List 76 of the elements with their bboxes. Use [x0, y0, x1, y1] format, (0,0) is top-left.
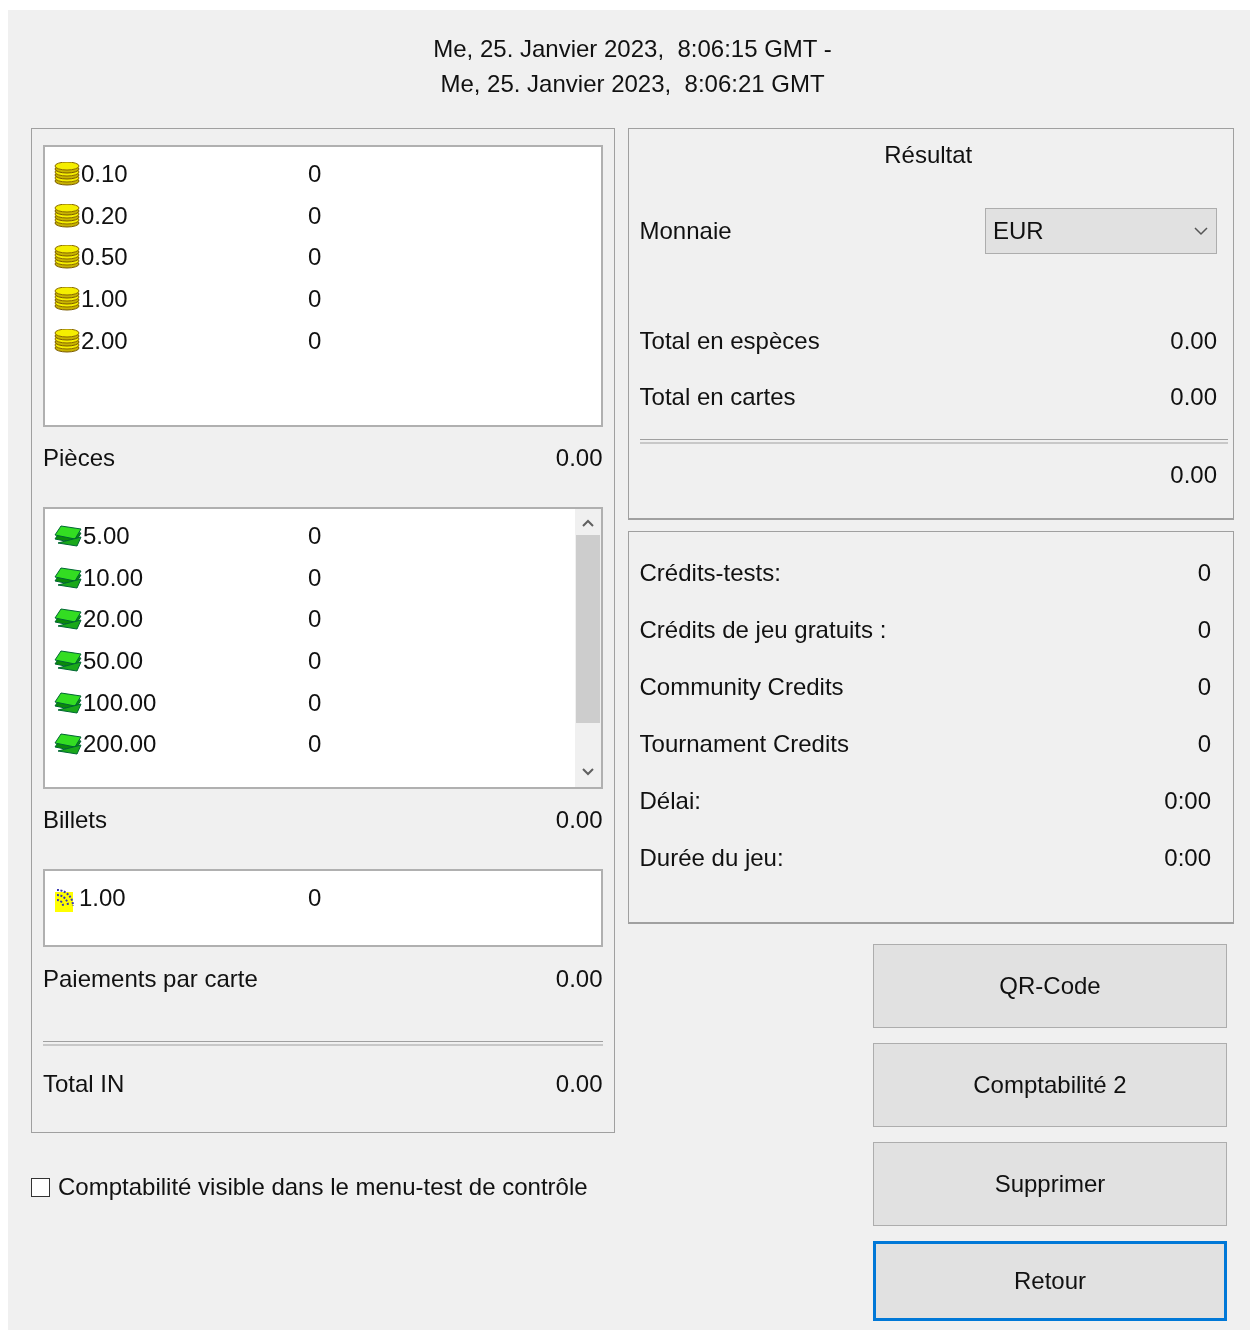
credit-value: 0:00	[1164, 843, 1211, 872]
checkbox[interactable]	[31, 1177, 50, 1197]
denomination-label: 10.00	[83, 563, 144, 592]
section-total: 0.00	[555, 806, 603, 834]
date-range-end: Me, 25. Janvier 2023, 8:06:21 GMT	[440, 70, 825, 97]
credit-value: 0	[1197, 615, 1211, 644]
coin-stack-icon	[53, 203, 81, 228]
denomination-label: 100.00	[83, 688, 157, 717]
chevron-down-icon	[1194, 226, 1208, 236]
total-in-value: 0.00	[555, 1070, 603, 1098]
credit-label: Délai:	[639, 786, 701, 815]
result-value: 0.00	[1170, 383, 1217, 411]
section-total: 0.00	[555, 965, 603, 993]
denomination-label: 200.00	[83, 730, 157, 759]
denomination-list[interactable]: 5.00 0 10.00 0 20.00 0 50.00 0 100.00 0 200.00 0	[43, 507, 603, 789]
credit-label: Tournament Credits	[639, 729, 849, 758]
total-in-label: Total IN	[43, 1070, 125, 1098]
coin-stack-icon	[53, 161, 81, 186]
coin-stack-icon	[53, 286, 81, 311]
credit-value: 0	[1197, 672, 1211, 701]
currency-dropdown[interactable]: EUR	[985, 208, 1217, 254]
banknote-stack-icon	[53, 691, 83, 714]
banknote-stack-icon	[53, 608, 83, 631]
count-value: 0	[308, 284, 322, 313]
currency-label: Monnaie	[639, 217, 732, 245]
banknote-stack-icon	[53, 566, 83, 589]
denomination-label: 0.10	[81, 159, 128, 188]
credit-value: 0	[1197, 558, 1211, 587]
count-value: 0	[308, 159, 322, 188]
denomination-label: 0.50	[81, 243, 128, 272]
credit-label: Crédits de jeu gratuits :	[639, 615, 887, 644]
credit-value: 0	[1197, 729, 1211, 758]
section-label: Billets	[43, 806, 108, 834]
result-label: Total en cartes	[639, 383, 796, 411]
credit-label: Community Credits	[639, 672, 844, 701]
denomination-list[interactable]: 0.10 0 0.20 0 0.50 0 1.00 0 2.00 0	[43, 145, 603, 427]
count-value: 0	[308, 563, 322, 592]
count-value: 0	[308, 646, 322, 675]
coin-stack-icon	[53, 245, 81, 270]
action-button[interactable]: Comptabilité 2	[873, 1043, 1227, 1127]
date-range-start: Me, 25. Janvier 2023, 8:06:15 GMT -	[433, 35, 832, 62]
denomination-list[interactable]: 1.00 0	[43, 869, 603, 947]
credit-label: Durée du jeu:	[639, 843, 784, 872]
denomination-label: 50.00	[83, 646, 144, 675]
banknote-stack-icon	[53, 524, 83, 547]
denomination-label: 2.00	[81, 326, 128, 355]
action-button[interactable]: Supprimer	[873, 1142, 1227, 1226]
credit-label: Crédits-tests:	[639, 558, 781, 587]
denomination-label: 1.00	[81, 284, 128, 313]
denomination-label: 5.00	[83, 521, 130, 550]
count-value: 0	[308, 605, 322, 634]
denomination-label: 20.00	[83, 605, 144, 634]
result-value: 0.00	[1170, 327, 1217, 355]
grand-total-value: 0.00	[1170, 461, 1217, 489]
denomination-label: 0.20	[81, 201, 128, 230]
coin-stack-icon	[53, 328, 81, 353]
count-value: 0	[308, 730, 322, 759]
count-value: 0	[308, 201, 322, 230]
action-button[interactable]: QR-Code	[873, 944, 1227, 1028]
scrollbar[interactable]	[574, 509, 601, 787]
denomination-label: 1.00	[79, 883, 126, 912]
count-value: 0	[308, 521, 322, 550]
action-button[interactable]: Retour	[873, 1241, 1227, 1321]
section-label: Paiements par carte	[43, 965, 258, 993]
result-label: Total en espèces	[639, 327, 820, 355]
count-value: 0	[308, 688, 322, 717]
count-value: 0	[308, 243, 322, 272]
count-value: 0	[308, 883, 322, 912]
result-title: Résultat	[884, 141, 973, 168]
section-label: Pièces	[43, 444, 116, 472]
count-value: 0	[308, 326, 322, 355]
banknote-stack-icon	[53, 733, 83, 756]
scrollbar-thumb[interactable]	[575, 535, 600, 723]
section-total: 0.00	[555, 444, 603, 472]
banknote-stack-icon	[53, 649, 83, 672]
credit-value: 0:00	[1164, 786, 1211, 815]
